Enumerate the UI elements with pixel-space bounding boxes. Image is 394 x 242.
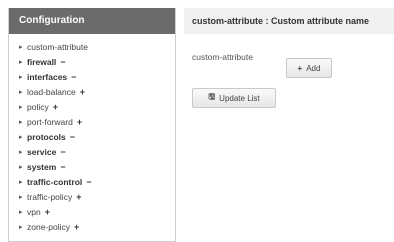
update-list-button[interactable]: 🖫 Update List [192, 88, 276, 108]
expand-icon[interactable]: + [53, 100, 58, 115]
main-panel: custom-attribute : Custom attribute name… [184, 8, 394, 242]
chevron-right-icon[interactable]: ▸ [19, 130, 27, 145]
tree-item-traffic-policy[interactable]: ▸ traffic-policy + [19, 190, 175, 205]
custom-attribute-label: custom-attribute [192, 52, 253, 62]
update-list-label: Update List [219, 93, 260, 103]
chevron-right-icon[interactable]: ▸ [19, 100, 27, 115]
chevron-right-icon[interactable]: ▸ [19, 55, 27, 70]
tree-item-zone-policy[interactable]: ▸ zone-policy + [19, 220, 175, 235]
chevron-right-icon[interactable]: ▸ [19, 220, 27, 235]
tree-item-label[interactable]: service [27, 145, 56, 160]
tree-item-label[interactable]: protocols [27, 130, 66, 145]
chevron-right-icon[interactable]: ▸ [19, 85, 27, 100]
tree-item-policy[interactable]: ▸ policy + [19, 100, 175, 115]
add-button-label: Add [306, 63, 321, 73]
collapse-icon[interactable]: − [60, 145, 65, 160]
expand-icon[interactable]: + [80, 85, 85, 100]
expand-icon[interactable]: + [76, 190, 81, 205]
tree-item-label[interactable]: traffic-control [27, 175, 82, 190]
tree-item-label[interactable]: interfaces [27, 70, 67, 85]
save-icon: 🖫 [208, 92, 216, 101]
tree-item-label[interactable]: system [27, 160, 56, 175]
tree-item-vpn[interactable]: ▸ vpn + [19, 205, 175, 220]
chevron-right-icon[interactable]: ▸ [19, 40, 27, 55]
chevron-right-icon[interactable]: ▸ [19, 175, 27, 190]
collapse-icon[interactable]: − [60, 160, 65, 175]
tree-item-interfaces[interactable]: ▸ interfaces − [19, 70, 175, 85]
tree-item-label[interactable]: load-balance [27, 85, 76, 100]
tree-item-firewall[interactable]: ▸ firewall − [19, 55, 175, 70]
config-tree: ▸ custom-attribute ▸ firewall − ▸ interfaces − ▸… [9, 34, 175, 235]
tree-item-label[interactable]: custom-attribute [27, 40, 88, 55]
tree-item-label[interactable]: port-forward [27, 115, 73, 130]
tree-item-protocols[interactable]: ▸ protocols − [19, 130, 175, 145]
tree-item-label[interactable]: firewall [27, 55, 56, 70]
tree-item-custom-attribute[interactable]: ▸ custom-attribute [19, 40, 175, 55]
tree-item-label[interactable]: traffic-policy [27, 190, 72, 205]
collapse-icon[interactable]: − [60, 55, 65, 70]
tree-item-service[interactable]: ▸ service − [19, 145, 175, 160]
tree-item-load-balance[interactable]: ▸ load-balance + [19, 85, 175, 100]
expand-icon[interactable]: + [45, 205, 50, 220]
plus-icon: + [297, 63, 303, 73]
tree-item-port-forward[interactable]: ▸ port-forward + [19, 115, 175, 130]
tree-item-traffic-control[interactable]: ▸ traffic-control − [19, 175, 175, 190]
chevron-right-icon[interactable]: ▸ [19, 145, 27, 160]
tree-item-label[interactable]: vpn [27, 205, 41, 220]
config-sidebar: Configuration ▸ custom-attribute ▸ firewall… [8, 8, 176, 242]
expand-icon[interactable]: + [77, 115, 82, 130]
collapse-icon[interactable]: − [71, 70, 76, 85]
chevron-right-icon[interactable]: ▸ [19, 70, 27, 85]
sidebar-title: Configuration [9, 8, 175, 34]
tree-item-label[interactable]: policy [27, 100, 49, 115]
collapse-icon[interactable]: − [70, 130, 75, 145]
expand-icon[interactable]: + [74, 220, 79, 235]
tree-item-system[interactable]: ▸ system − [19, 160, 175, 175]
chevron-right-icon[interactable]: ▸ [19, 160, 27, 175]
chevron-right-icon[interactable]: ▸ [19, 190, 27, 205]
chevron-right-icon[interactable]: ▸ [19, 205, 27, 220]
chevron-right-icon[interactable]: ▸ [19, 115, 27, 130]
page-title: custom-attribute : Custom attribute name [184, 8, 394, 34]
tree-item-label[interactable]: zone-policy [27, 220, 70, 235]
collapse-icon[interactable]: − [86, 175, 91, 190]
add-button[interactable]: + Add [286, 58, 332, 78]
